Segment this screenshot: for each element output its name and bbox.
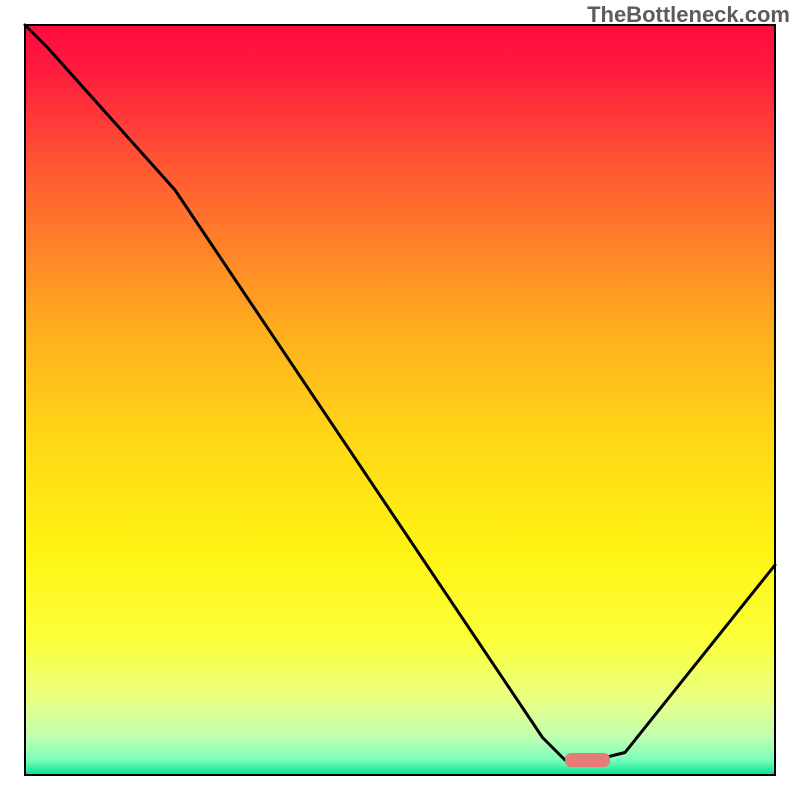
chart-container: { "watermark": "TheBottleneck.com", "cha…: [0, 0, 800, 800]
valley-marker: [565, 753, 610, 767]
watermark-text: TheBottleneck.com: [587, 2, 790, 28]
chart-svg: [0, 0, 800, 800]
plot-background: [25, 25, 775, 775]
